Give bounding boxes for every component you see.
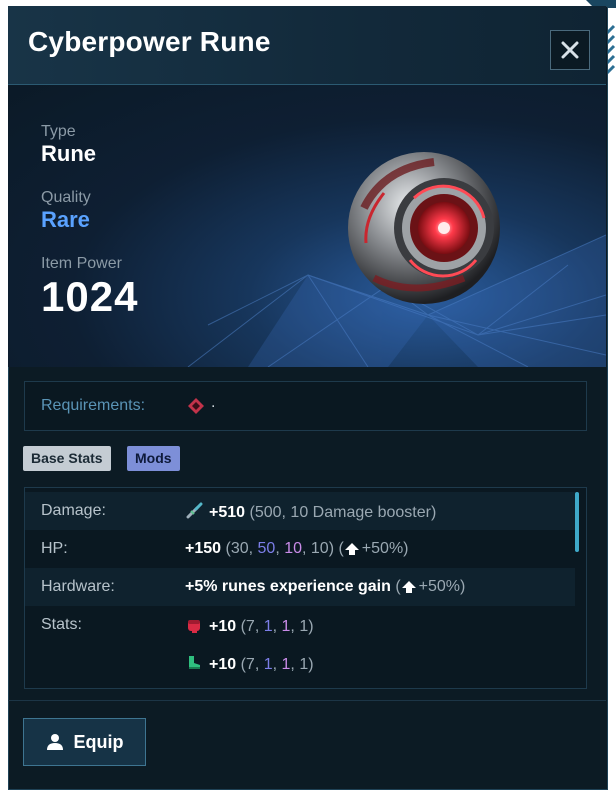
- equip-label: Equip: [73, 731, 124, 752]
- hp-open: (30,: [225, 540, 258, 557]
- requirements-bar: Requirements: .: [24, 381, 587, 431]
- red-diamond-icon: [188, 398, 204, 414]
- requirements-label: Requirements:: [41, 397, 146, 414]
- stats-2-close: ): [308, 656, 314, 673]
- window-header: Cyberpower Rune: [8, 6, 606, 85]
- stat-label: HP:: [41, 540, 68, 557]
- fist-icon: [188, 620, 200, 633]
- type-value: Rune: [41, 141, 96, 166]
- item-power-block: Item Power 1024: [41, 255, 138, 321]
- stats-value: +10: [209, 618, 237, 635]
- hp-close: ): [328, 540, 335, 557]
- stats-sep-1: ,: [272, 618, 282, 635]
- quality-value: Rare: [41, 207, 90, 232]
- stat-row-hardware: Hardware: +5% runes experience gain ( +5…: [25, 568, 575, 606]
- type-block: Type Rune: [41, 123, 96, 167]
- stats-scrollbar[interactable]: [575, 492, 579, 552]
- requirements-trailing: .: [211, 394, 216, 411]
- hp-part-4: 10: [310, 540, 329, 557]
- stats-open: (7,: [240, 618, 264, 635]
- item-detail-window: Cyberpower Rune Type Rune Quality Rare I…: [0, 0, 616, 790]
- stats-part-4: 1: [299, 618, 309, 635]
- stats-2-sep-2: ,: [290, 656, 300, 673]
- stat-value: +510 (500, 10 Damage booster): [185, 502, 436, 522]
- damage-detail: (500, 10 Damage booster): [249, 504, 437, 521]
- hp-part-2: 50: [257, 540, 276, 557]
- type-label: Type: [41, 123, 76, 140]
- up-arrow-icon: [401, 581, 416, 593]
- hp-part-3: 10: [284, 540, 302, 557]
- stat-label: Stats:: [41, 616, 82, 633]
- item-power-value: 1024: [41, 273, 139, 320]
- equip-button[interactable]: Equip: [23, 718, 146, 766]
- rune-orb-image: [348, 152, 500, 304]
- stats-2-open: (7,: [240, 656, 264, 673]
- stats-table: Damage: +510 (500, 10 Damage booster) HP…: [24, 487, 587, 689]
- quality-label: Quality: [41, 189, 91, 206]
- hardware-bonus: +50%): [418, 578, 466, 595]
- stat-label: Hardware:: [41, 578, 115, 595]
- footer-divider: [8, 700, 606, 701]
- tab-mods[interactable]: Mods: [127, 446, 180, 471]
- item-power-label: Item Power: [41, 255, 122, 272]
- stats-2-sep-1: ,: [272, 656, 282, 673]
- hp-value: +150: [185, 540, 222, 557]
- person-icon: [46, 734, 63, 750]
- stat-value: +10 (7, 1, 1, 1): [185, 616, 314, 636]
- stat-value: +5% runes experience gain ( +50%): [185, 578, 465, 596]
- stats-sep-2: ,: [290, 618, 300, 635]
- stats-2-value: +10: [209, 656, 237, 673]
- stat-value: +150 (30, 50, 10, 10) ( +50%): [185, 540, 409, 558]
- stat-row-stats-2: +10 (7, 1, 1, 1): [25, 644, 575, 682]
- hp-bonus: +50%): [361, 540, 409, 557]
- boot-icon: [189, 656, 200, 669]
- stat-row-damage: Damage: +510 (500, 10 Damage booster): [25, 492, 575, 530]
- stat-row-stats: Stats: +10 (7, 1, 1, 1): [25, 606, 575, 644]
- stat-row-hp: HP: +150 (30, 50, 10, 10) ( +50%): [25, 530, 575, 568]
- up-arrow-icon: [344, 543, 359, 555]
- dagger-icon: [186, 502, 203, 519]
- window-title: Cyberpower Rune: [28, 26, 271, 57]
- stats-part-2: 1: [263, 618, 273, 635]
- damage-value: +510: [209, 504, 246, 521]
- close-icon: [561, 41, 579, 59]
- stat-label: Damage:: [41, 502, 106, 519]
- stat-value: +10 (7, 1, 1, 1): [185, 654, 314, 674]
- close-button[interactable]: [550, 30, 590, 70]
- item-hero-panel: Type Rune Quality Rare Item Power 1024: [8, 85, 606, 367]
- stats-close: ): [308, 618, 314, 635]
- stats-2-part-2: 1: [263, 656, 273, 673]
- hardware-value: +5% runes experience gain: [185, 578, 391, 595]
- hp-sep-1: ,: [275, 540, 285, 557]
- stats-2-part-4: 1: [299, 656, 309, 673]
- tab-base-stats[interactable]: Base Stats: [23, 446, 111, 471]
- quality-block: Quality Rare: [41, 189, 91, 233]
- network-background: [187, 234, 606, 367]
- hp-sep-2: ,: [302, 540, 311, 557]
